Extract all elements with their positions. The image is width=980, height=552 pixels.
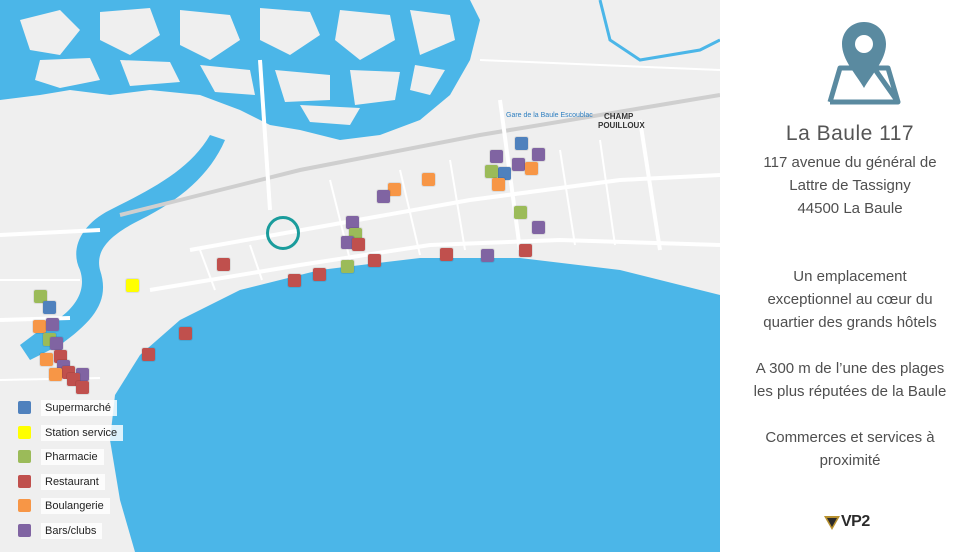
poi-marker-supermarche[interactable] — [515, 137, 528, 150]
poi-marker-boulangerie[interactable] — [49, 368, 62, 381]
poi-marker-restaurant[interactable] — [368, 254, 381, 267]
poi-marker-restaurant[interactable] — [217, 258, 230, 271]
legend-label: Boulangerie — [41, 498, 110, 514]
description-line: Commerces et services à — [765, 429, 935, 446]
poi-marker-boulangerie[interactable] — [33, 320, 46, 333]
legend-label: Restaurant — [41, 473, 105, 490]
legend-swatch-boulangerie — [18, 499, 31, 512]
slide: Gare de la Baule Escoublac CHAMP POUILLO… — [0, 0, 980, 552]
legend-item-bars: Bars/clubs — [16, 522, 134, 539]
poi-marker-bars[interactable] — [481, 249, 494, 262]
legend-label: Pharmacie — [41, 449, 104, 465]
poi-marker-supermarche[interactable] — [43, 301, 56, 314]
legend-item-boulangerie: Boulangerie — [16, 498, 134, 514]
poi-marker-restaurant[interactable] — [179, 327, 192, 340]
station-label: Gare de la Baule Escoublac — [506, 112, 593, 119]
district-label-2: POUILLOUX — [598, 121, 645, 130]
legend-label: Supermarché — [41, 400, 118, 416]
poi-marker-restaurant[interactable] — [142, 348, 155, 361]
poi-marker-boulangerie[interactable] — [492, 178, 505, 191]
poi-marker-pharmacie[interactable] — [485, 165, 498, 178]
description-line: les plus réputées de la Baule — [753, 383, 947, 400]
legend-swatch-supermarche — [18, 401, 31, 414]
poi-marker-station[interactable] — [126, 279, 139, 292]
description-line: exceptionnel au cœur du — [767, 291, 933, 308]
vp2-logo: VP2 — [824, 513, 898, 542]
poi-marker-bars[interactable] — [50, 337, 63, 350]
legend-item-pharmacie: Pharmacie — [16, 449, 134, 465]
legend-swatch-pharmacie — [18, 450, 31, 463]
legend-item-supermarche: Supermarché — [16, 400, 134, 416]
poi-marker-restaurant[interactable] — [313, 268, 326, 281]
district-label-1: CHAMP — [604, 112, 634, 121]
poi-marker-bars[interactable] — [532, 148, 545, 161]
legend-swatch-restaurant — [18, 474, 31, 488]
poi-marker-bars[interactable] — [490, 150, 503, 163]
description-line: A 300 m de l’une des plages — [755, 360, 945, 377]
poi-marker-restaurant[interactable] — [76, 381, 89, 394]
description-line: proximité — [819, 452, 881, 469]
legend-item-restaurant: Restaurant — [16, 473, 134, 490]
location-pin-map-icon — [827, 22, 901, 105]
legend-swatch-bars — [18, 523, 31, 537]
legend-swatch-station — [18, 425, 31, 439]
poi-marker-boulangerie[interactable] — [525, 162, 538, 175]
poi-marker-restaurant[interactable] — [352, 238, 365, 251]
poi-marker-pharmacie[interactable] — [341, 260, 354, 273]
poi-marker-restaurant[interactable] — [519, 244, 532, 257]
legend-item-station: Station service — [16, 424, 134, 441]
legend: Supermarché Station service Pharmacie Re… — [16, 400, 134, 547]
address-line: 44500 La Baule — [797, 200, 903, 217]
address-line: 117 avenue du général de — [763, 154, 937, 171]
poi-marker-boulangerie[interactable] — [422, 173, 435, 186]
legend-label: Station service — [41, 424, 124, 441]
vp2-logo-mark-icon — [824, 516, 840, 530]
poi-marker-boulangerie[interactable] — [40, 353, 53, 366]
description-line: quartier des grands hôtels — [763, 314, 937, 331]
poi-marker-bars[interactable] — [46, 318, 59, 331]
poi-marker-bars[interactable] — [512, 158, 525, 171]
target-location-marker — [266, 216, 300, 250]
map[interactable]: Gare de la Baule Escoublac CHAMP POUILLO… — [0, 0, 720, 552]
info-panel: La Baule 117 117 avenue du général de La… — [720, 0, 980, 552]
legend-label: Bars/clubs — [41, 522, 103, 539]
poi-marker-restaurant[interactable] — [288, 274, 301, 287]
poi-marker-restaurant[interactable] — [440, 248, 453, 261]
description-line: Un emplacement — [793, 268, 907, 285]
poi-marker-bars[interactable] — [377, 190, 390, 203]
poi-marker-bars[interactable] — [532, 221, 545, 234]
vp2-logo-text: VP2 — [841, 513, 870, 530]
poi-marker-pharmacie[interactable] — [514, 206, 527, 219]
address-line: Lattre de Tassigny — [789, 177, 911, 194]
property-title: La Baule 117 — [785, 122, 915, 145]
